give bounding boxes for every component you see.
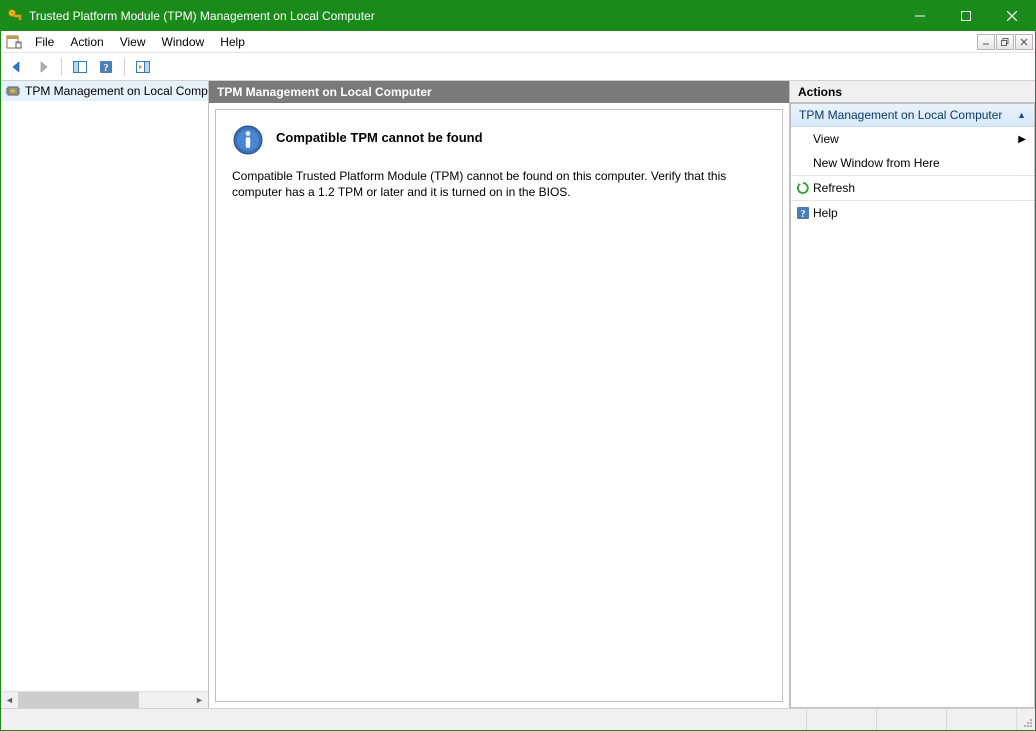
action-view[interactable]: View ▶ [791, 127, 1034, 151]
tree-content: TPM Management on Local Comp [1, 81, 208, 691]
status-cell-2 [877, 709, 947, 730]
mdi-minimize-button[interactable] [977, 34, 995, 50]
tree-horizontal-scrollbar[interactable]: ◄ ► [1, 691, 208, 708]
action-new-window-label: New Window from Here [813, 156, 940, 170]
action-refresh-label: Refresh [813, 181, 855, 195]
help-button[interactable]: ? [94, 56, 118, 78]
titlebar: Trusted Platform Module (TPM) Management… [1, 1, 1035, 31]
back-button[interactable] [5, 56, 29, 78]
window-controls [897, 1, 1035, 31]
status-cell-1 [807, 709, 877, 730]
collapse-arrow-icon: ▲ [1017, 110, 1026, 120]
app-window: Trusted Platform Module (TPM) Management… [0, 0, 1036, 731]
mdi-close-button[interactable] [1015, 34, 1033, 50]
toolbar: ? [1, 53, 1035, 81]
tree-node-tpm-management[interactable]: TPM Management on Local Comp [1, 81, 208, 101]
result-pane-body: Compatible TPM cannot be found Compatibl… [215, 109, 783, 702]
tpm-key-icon [7, 8, 23, 24]
status-cell-3 [947, 709, 1017, 730]
show-hide-tree-button[interactable] [68, 56, 92, 78]
window-title: Trusted Platform Module (TPM) Management… [29, 9, 897, 23]
info-title: Compatible TPM cannot be found [276, 124, 483, 145]
toolbar-separator [124, 58, 125, 76]
main-body: TPM Management on Local Comp ◄ ► TPM Man… [1, 81, 1035, 708]
mmc-icon [5, 33, 23, 51]
menubar: File Action View Window Help [1, 31, 1035, 53]
actions-group-label: TPM Management on Local Computer [799, 108, 1002, 122]
menu-action[interactable]: Action [62, 33, 111, 51]
menu-window[interactable]: Window [154, 33, 213, 51]
result-pane-header: TPM Management on Local Computer [209, 81, 789, 103]
scroll-right-button[interactable]: ► [191, 692, 208, 708]
maximize-button[interactable] [943, 1, 989, 31]
svg-text:?: ? [103, 62, 109, 74]
status-cell-main [1, 709, 807, 730]
action-view-label: View [813, 132, 839, 146]
result-pane: TPM Management on Local Computer Compati… [209, 81, 790, 708]
actions-group-title[interactable]: TPM Management on Local Computer ▲ [791, 104, 1034, 127]
scroll-left-button[interactable]: ◄ [1, 692, 18, 708]
help-icon: ? [795, 205, 811, 221]
minimize-button[interactable] [897, 1, 943, 31]
svg-text:?: ? [801, 209, 806, 220]
actions-body: TPM Management on Local Computer ▲ View … [790, 103, 1035, 708]
submenu-arrow-icon: ▶ [1018, 134, 1026, 145]
show-hide-action-pane-button[interactable] [131, 56, 155, 78]
mdi-controls [976, 34, 1033, 50]
menu-help[interactable]: Help [212, 33, 253, 51]
info-row: Compatible TPM cannot be found [232, 124, 766, 156]
refresh-icon [795, 180, 811, 196]
actions-pane-header: Actions [790, 81, 1035, 103]
action-refresh[interactable]: Refresh [791, 176, 1034, 200]
close-button[interactable] [989, 1, 1035, 31]
tree-node-label: TPM Management on Local Comp [25, 84, 208, 98]
info-icon [232, 124, 264, 156]
scroll-track[interactable] [18, 692, 191, 708]
statusbar [1, 708, 1035, 730]
action-help-label: Help [813, 206, 838, 220]
resize-grip[interactable] [1017, 709, 1035, 730]
toolbar-separator [61, 58, 62, 76]
console-tree-pane: TPM Management on Local Comp ◄ ► [1, 81, 209, 708]
actions-pane: Actions TPM Management on Local Computer… [790, 81, 1035, 708]
forward-button[interactable] [31, 56, 55, 78]
scroll-thumb[interactable] [18, 692, 139, 708]
action-help[interactable]: ? Help [791, 201, 1034, 225]
mdi-restore-button[interactable] [996, 34, 1014, 50]
tpm-chip-icon [5, 83, 21, 99]
menu-file[interactable]: File [27, 33, 62, 51]
menu-view[interactable]: View [112, 33, 154, 51]
action-new-window[interactable]: New Window from Here [791, 151, 1034, 175]
info-body-text: Compatible Trusted Platform Module (TPM)… [232, 168, 752, 200]
